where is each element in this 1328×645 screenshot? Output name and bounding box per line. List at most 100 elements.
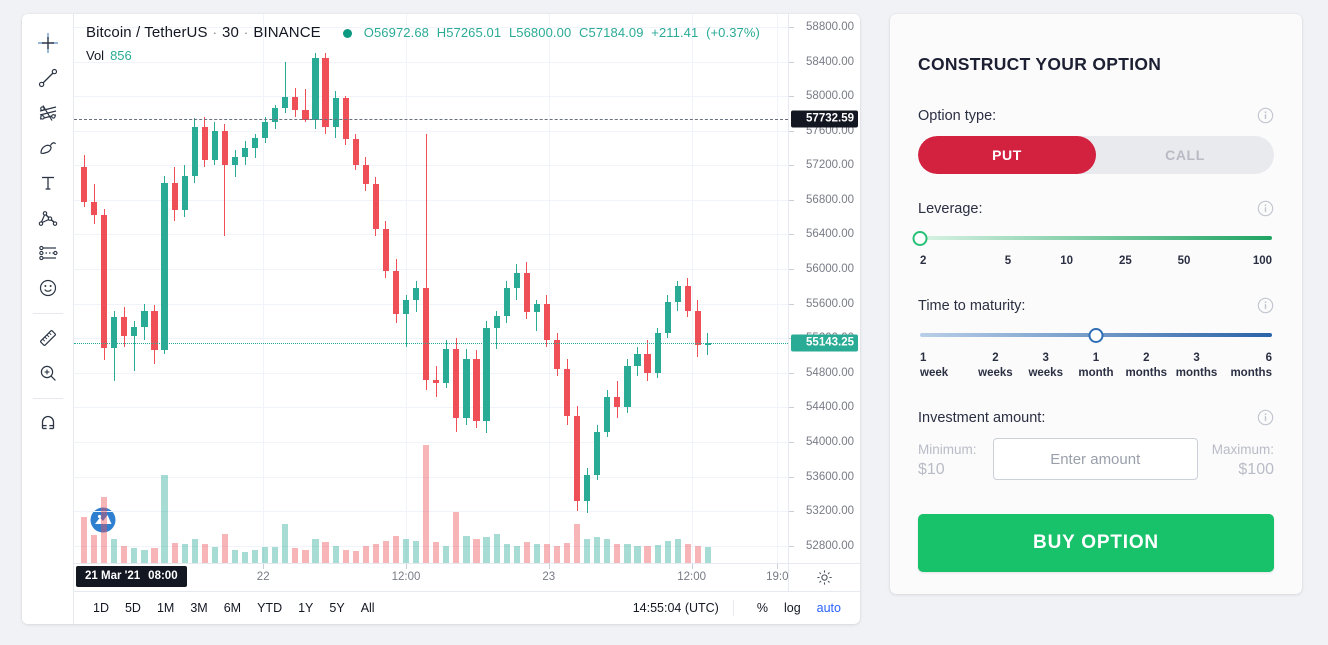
scale-button-log[interactable]: log bbox=[777, 598, 808, 618]
volume-bar bbox=[221, 533, 229, 563]
price-axis-tick bbox=[789, 372, 794, 374]
magnet-icon[interactable] bbox=[28, 406, 68, 440]
maturity-tick-6[interactable]: 6 months bbox=[1222, 351, 1272, 381]
timeframe-button-group: 1D 5D 1M 3M 6M YTD 1Y 5Y All bbox=[86, 598, 384, 618]
price-axis[interactable]: 58800.00 58400.00 58000.00 57600.00 57200.00… bbox=[788, 14, 860, 563]
price-axis-label: 54000.00 bbox=[806, 435, 854, 448]
leverage-slider-handle[interactable] bbox=[912, 230, 928, 246]
emoji-icon[interactable] bbox=[28, 271, 68, 305]
leverage-tick-100[interactable]: 100 bbox=[1213, 254, 1272, 269]
price-axis-label: 54400.00 bbox=[806, 401, 854, 414]
price-axis-tick bbox=[789, 545, 794, 547]
last-price-badge[interactable]: 55143.25 bbox=[791, 334, 858, 352]
leverage-tick-10[interactable]: 10 bbox=[1037, 254, 1096, 269]
maturity-tick-2[interactable]: 3 weeks bbox=[1021, 351, 1071, 381]
timeframe-button-1Y[interactable]: 1Y bbox=[291, 598, 320, 618]
volume-bar bbox=[312, 538, 319, 563]
option-type-put-button[interactable]: PUT bbox=[918, 136, 1096, 174]
candle-body bbox=[453, 348, 460, 418]
candle-body bbox=[423, 288, 430, 380]
time-gridline bbox=[691, 14, 693, 563]
timeframe-button-YTD[interactable]: YTD bbox=[250, 598, 289, 618]
maturity-slider[interactable]: 1 week 2 weeks 3 weeks 1 month 2 months 3 months 6 mo… bbox=[918, 326, 1274, 381]
leverage-info-icon[interactable] bbox=[1257, 200, 1274, 217]
volume-bar bbox=[563, 542, 571, 563]
time-axis: 21 Mar '21 08:00 22 12:00 23 12:00 19:0 bbox=[74, 563, 860, 591]
candle-body bbox=[523, 272, 530, 313]
candle-body bbox=[644, 353, 651, 373]
volume-bar bbox=[332, 546, 339, 563]
volume-bar bbox=[684, 544, 691, 563]
maturity-tick-1[interactable]: 2 weeks bbox=[970, 351, 1020, 381]
volume-bar bbox=[513, 546, 520, 563]
timeframe-button-3M[interactable]: 3M bbox=[183, 598, 214, 618]
maturity-tick-5[interactable]: 3 months bbox=[1171, 351, 1221, 381]
leverage-tick-5[interactable]: 5 bbox=[979, 254, 1038, 269]
volume-bar bbox=[352, 550, 359, 563]
candle-body bbox=[181, 175, 188, 211]
foot-divider bbox=[732, 600, 734, 616]
leverage-slider-track[interactable] bbox=[920, 236, 1272, 240]
pitchfork-icon[interactable] bbox=[28, 201, 68, 235]
volume-bar bbox=[151, 548, 158, 563]
investment-amount-input[interactable] bbox=[992, 438, 1198, 480]
trend-line-icon[interactable] bbox=[28, 61, 68, 95]
volume-bar bbox=[604, 538, 611, 563]
timeframe-button-5D[interactable]: 5D bbox=[118, 598, 148, 618]
investment-info-icon[interactable] bbox=[1257, 409, 1274, 426]
brush-icon[interactable] bbox=[28, 131, 68, 165]
maturity-tick-4[interactable]: 2 months bbox=[1121, 351, 1171, 381]
price-gridline bbox=[74, 269, 788, 271]
time-axis-strip[interactable]: 21 Mar '21 08:00 22 12:00 23 12:00 19:0 bbox=[74, 564, 788, 591]
candle-body bbox=[221, 130, 229, 166]
scale-button-group: % log auto bbox=[748, 598, 848, 618]
text-tool-icon[interactable] bbox=[28, 166, 68, 200]
candle-body bbox=[252, 137, 259, 148]
candle-body bbox=[262, 122, 269, 138]
timeframe-button-5Y[interactable]: 5Y bbox=[322, 598, 351, 618]
leverage-tick-25[interactable]: 25 bbox=[1096, 254, 1155, 269]
option-type-info-icon[interactable] bbox=[1257, 107, 1274, 124]
leverage-tick-2[interactable]: 2 bbox=[920, 254, 979, 269]
app-root: Bitcoin / TetherUS · 30 · BINANCE O56972… bbox=[0, 0, 1328, 645]
price-gridline bbox=[74, 407, 788, 409]
candle-body bbox=[231, 156, 239, 166]
fib-retracement-icon[interactable] bbox=[28, 96, 68, 130]
candlestick-plot[interactable] bbox=[74, 14, 788, 563]
measure-ruler-icon[interactable] bbox=[28, 321, 68, 355]
price-axis-tick bbox=[789, 511, 794, 513]
chart-settings-gear-icon[interactable] bbox=[788, 564, 860, 591]
long-short-position-icon[interactable] bbox=[28, 236, 68, 270]
price-gridline bbox=[74, 96, 788, 98]
timeframe-button-6M[interactable]: 6M bbox=[217, 598, 248, 618]
volume-bar bbox=[614, 544, 621, 563]
price-axis-tick bbox=[789, 441, 794, 443]
crosshair-cursor-icon[interactable] bbox=[28, 26, 68, 60]
volume-bar bbox=[191, 539, 198, 563]
volume-bar bbox=[111, 538, 118, 563]
maturity-info-icon[interactable] bbox=[1257, 297, 1274, 314]
price-gridline bbox=[74, 234, 788, 236]
volume-bar bbox=[594, 537, 601, 563]
candle-body bbox=[443, 348, 450, 384]
maturity-tick-0[interactable]: 1 week bbox=[920, 351, 970, 381]
zoom-in-icon[interactable] bbox=[28, 356, 68, 390]
scale-button-%[interactable]: % bbox=[750, 598, 775, 618]
maturity-tick-3[interactable]: 1 month bbox=[1071, 351, 1121, 381]
price-axis-label: 57200.00 bbox=[806, 159, 854, 172]
volume-bar bbox=[91, 534, 98, 563]
buy-option-button[interactable]: BUY OPTION bbox=[918, 514, 1274, 572]
time-axis-label: 22 bbox=[256, 571, 270, 583]
price-gridline bbox=[74, 511, 788, 513]
chart-bottom-toolbar: 1D 5D 1M 3M 6M YTD 1Y 5Y All 14:55:04 (UTC) % log… bbox=[74, 591, 860, 624]
leverage-tick-50[interactable]: 50 bbox=[1155, 254, 1214, 269]
timeframe-button-1D[interactable]: 1D bbox=[86, 598, 116, 618]
timeframe-button-1M[interactable]: 1M bbox=[150, 598, 181, 618]
scale-button-auto[interactable]: auto bbox=[810, 598, 848, 618]
leverage-slider[interactable]: 2 5 10 25 50 100 bbox=[912, 229, 1274, 269]
option-type-call-button[interactable]: CALL bbox=[1096, 136, 1274, 174]
timeframe-button-All[interactable]: All bbox=[354, 598, 382, 618]
strike-price-badge[interactable]: 57732.59 bbox=[791, 110, 858, 128]
maturity-slider-handle[interactable] bbox=[1088, 327, 1104, 343]
candle-body bbox=[352, 139, 359, 166]
